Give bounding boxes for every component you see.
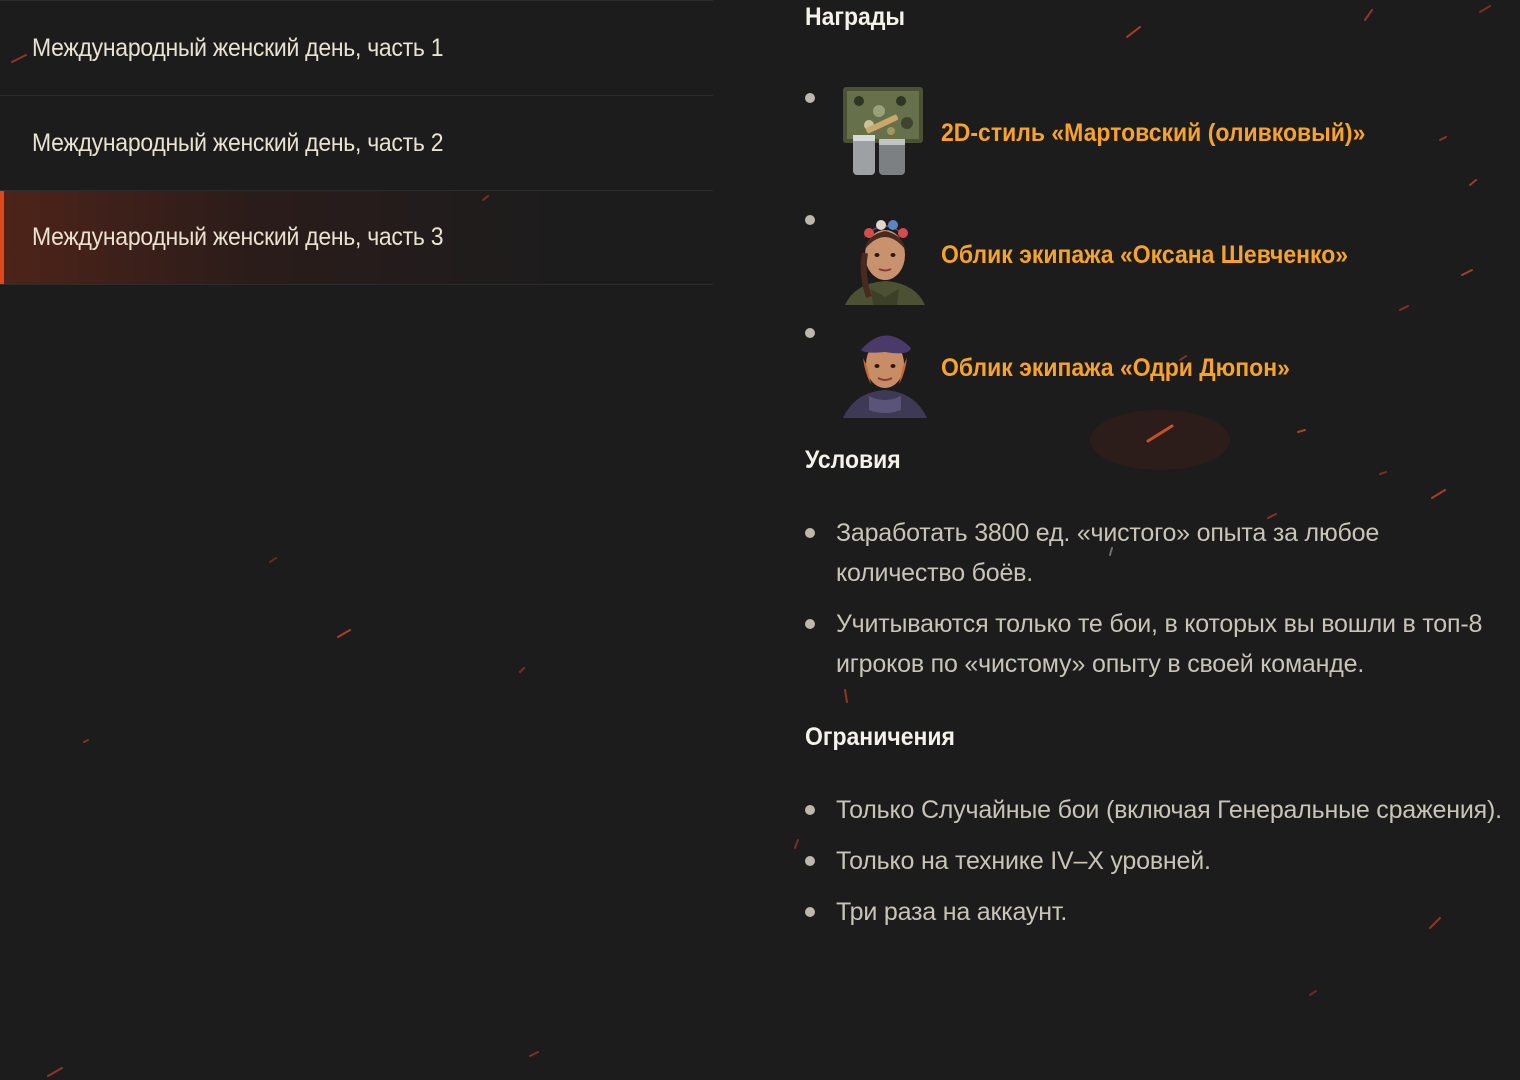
restrictions-list: Только Случайные бои (включая Генеральны… [805,790,1505,943]
reward-item: 2D-стиль «Мартовский (оливковый)» [805,83,1505,183]
bullet [805,215,815,225]
reward-name: 2D-стиль «Мартовский (оливковый)» [941,118,1366,147]
list-item: Только Случайные бои (включая Генеральны… [805,790,1505,830]
nav-item-part-2[interactable]: Международный женский день, часть 2 [0,95,713,190]
conditions-heading: Условия [805,446,901,474]
nav-item-label: Международный женский день, часть 2 [32,128,444,157]
nav-item-part-1[interactable]: Международный женский день, часть 1 [0,0,713,95]
nav-item-label: Международный женский день, часть 1 [32,33,444,62]
bullet [805,93,815,103]
crew-portrait-audrey-icon [843,335,927,418]
reward-item: Облик экипажа «Оксана Шевченко» [805,205,1505,305]
conditions-list: Заработать 3800 ед. «чистого» опыта за л… [805,513,1505,695]
part-navigation: Международный женский день, часть 1 Межд… [0,0,713,285]
list-item: Заработать 3800 ед. «чистого» опыта за л… [805,513,1505,593]
restrictions-heading: Ограничения [805,723,955,751]
reward-name: Облик экипажа «Одри Дюпон» [941,353,1290,382]
list-item: Три раза на аккаунт. [805,892,1505,932]
crew-portrait-oksana-icon [845,220,925,305]
list-item: Только на технике IV–X уровней. [805,841,1505,881]
page: Международный женский день, часть 1 Межд… [0,0,1520,1080]
reward-item: Облик экипажа «Одри Дюпон» [805,318,1505,418]
reward-name: Облик экипажа «Оксана Шевченко» [941,240,1349,269]
list-item: Учитываются только те бои, в которых вы … [805,604,1505,684]
nav-item-part-3[interactable]: Международный женский день, часть 3 [0,190,713,285]
bullet [805,328,815,338]
nav-item-label: Международный женский день, часть 3 [32,223,444,251]
camouflage-style-icon [843,87,923,175]
rewards-heading: Награды [805,3,906,31]
